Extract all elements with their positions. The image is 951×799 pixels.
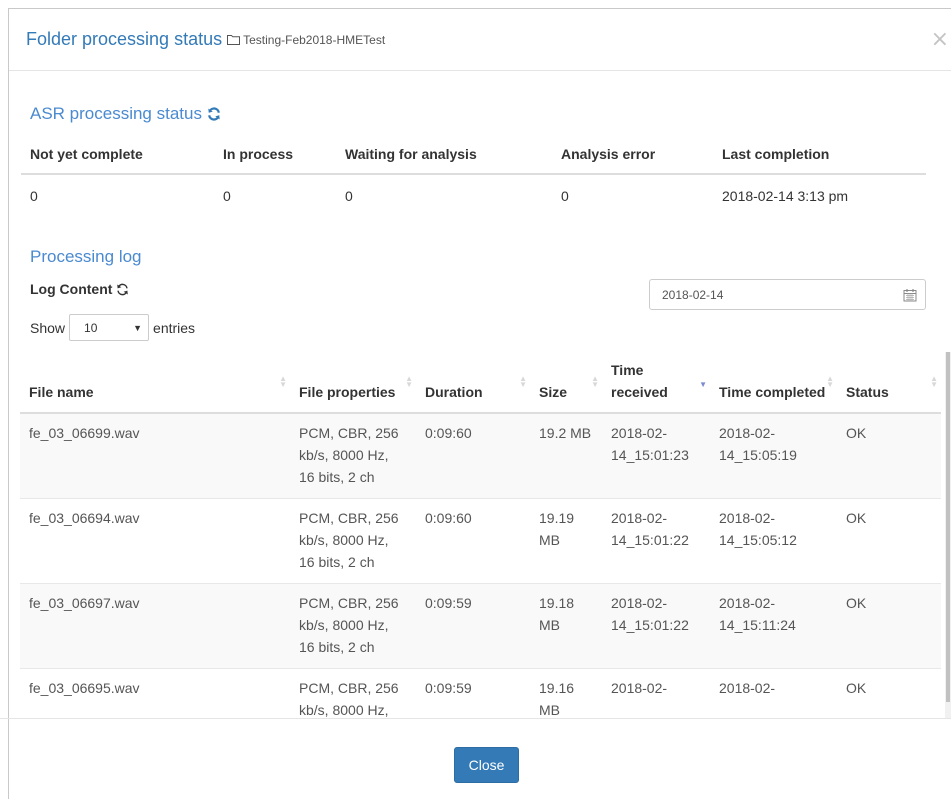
- cell-size: 19.16 MB: [530, 668, 602, 718]
- cell-file-name: fe_03_06697.wav: [20, 583, 290, 669]
- cell-time-received: 2018-02-: [602, 668, 710, 718]
- value-last-completion: 2018-02-14 3:13 pm: [722, 187, 849, 204]
- close-icon[interactable]: ×: [931, 29, 949, 51]
- asr-header-row: Not yet complete In process Waiting for …: [21, 134, 926, 175]
- modal-header: Folder processing status Testing-Feb2018…: [9, 9, 951, 71]
- asr-section-title: ASR processing status: [30, 104, 221, 124]
- cell-duration: 0:09:59: [416, 668, 530, 718]
- value-waiting-for-analysis: 0: [345, 187, 353, 204]
- col-analysis-error: Analysis error: [552, 134, 713, 175]
- folder-icon: [227, 35, 241, 45]
- col-in-process: In process: [214, 134, 336, 175]
- asr-title-text: ASR processing status: [30, 104, 202, 123]
- value-analysis-error: 0: [561, 187, 569, 204]
- col-duration-label: Duration: [425, 384, 483, 400]
- log-scrollbar[interactable]: [945, 352, 951, 718]
- value-not-yet-complete: 0: [30, 187, 38, 204]
- processing-log-title: Processing log: [30, 247, 142, 267]
- folder-name: Testing-Feb2018-HMETest: [243, 32, 386, 47]
- page-length-select[interactable]: 10 ▼: [69, 314, 150, 341]
- cell-file-properties: PCM, CBR, 256 kb/s, 8000 Hz, 16 bits, 2 …: [290, 583, 416, 669]
- col-time-received[interactable]: Time received ▲▼: [602, 352, 710, 414]
- col-file-name[interactable]: File name ▲ ▼: [20, 352, 290, 414]
- chevron-down-icon: ▼: [133, 322, 143, 333]
- cell-size: 19.2 MB: [530, 412, 602, 499]
- col-size[interactable]: Size ▲ ▼: [530, 352, 602, 414]
- log-header-row: File name ▲ ▼ File properties ▲ ▼ Duration ▲ ▼…: [20, 352, 941, 414]
- processing-log-table: File name ▲ ▼ File properties ▲ ▼ Duration ▲ ▼…: [20, 352, 941, 718]
- cell-status: OK: [837, 668, 941, 718]
- log-content-text: Log Content: [30, 281, 113, 297]
- cell-size: 19.18 MB: [530, 583, 602, 669]
- calendar-icon[interactable]: [903, 288, 917, 302]
- entries-label: entries: [153, 319, 196, 336]
- date-value: 2018-02-14: [662, 287, 724, 302]
- cell-file-name: fe_03_06699.wav: [20, 412, 290, 499]
- cell-time-received: 2018-02-14_15:01:22: [602, 583, 710, 669]
- cell-time-completed: 2018-02-: [710, 668, 837, 718]
- page-length-control: Show 10 ▼ entries: [30, 314, 195, 341]
- sort-icon: ▲ ▼: [930, 374, 938, 389]
- table-row: fe_03_06699.wav PCM, CBR, 256 kb/s, 8000…: [20, 412, 941, 499]
- cell-status: OK: [837, 498, 941, 584]
- col-file-properties[interactable]: File properties ▲ ▼: [290, 352, 416, 414]
- cell-time-received: 2018-02-14_15:01:22: [602, 498, 710, 584]
- col-status[interactable]: Status ▲ ▼: [837, 352, 941, 414]
- cell-file-properties: PCM, CBR, 256 kb/s, 8000 Hz, 16 bits, 2 …: [290, 498, 416, 584]
- asr-value-row: 0 0 0 0 2018-02-14 3:13 pm: [21, 174, 926, 216]
- scrollbar-thumb[interactable]: [946, 352, 950, 702]
- sort-desc-icon: ▲▼: [699, 380, 707, 389]
- processing-log-title-text: Processing log: [30, 247, 142, 266]
- date-picker-input[interactable]: 2018-02-14: [649, 279, 926, 310]
- cell-duration: 0:09:59: [416, 583, 530, 669]
- col-time-completed[interactable]: Time completed ▲ ▼: [710, 352, 837, 414]
- sort-icon: ▲ ▼: [279, 374, 287, 389]
- log-content-label: Log Content: [30, 281, 129, 297]
- show-label: Show: [30, 319, 66, 336]
- cell-duration: 0:09:60: [416, 412, 530, 499]
- cell-time-completed: 2018-02-14_15:05:19: [710, 412, 837, 499]
- cell-duration: 0:09:60: [416, 498, 530, 584]
- col-status-label: Status: [846, 384, 889, 400]
- cell-time-completed: 2018-02-14_15:05:12: [710, 498, 837, 584]
- sort-icon: ▲ ▼: [405, 374, 413, 389]
- refresh-icon[interactable]: [207, 107, 221, 121]
- cell-time-completed: 2018-02-14_15:11:24: [710, 583, 837, 669]
- table-row: fe_03_06695.wav PCM, CBR, 256 kb/s, 8000…: [20, 668, 941, 718]
- cell-status: OK: [837, 583, 941, 669]
- cell-size: 19.19 MB: [530, 498, 602, 584]
- col-not-yet-complete: Not yet complete: [21, 134, 214, 175]
- sort-icon: ▲ ▼: [519, 374, 527, 389]
- cell-file-name: fe_03_06695.wav: [20, 668, 290, 718]
- asr-status-table: Not yet complete In process Waiting for …: [21, 134, 926, 216]
- cell-status: OK: [837, 412, 941, 499]
- table-row: fe_03_06694.wav PCM, CBR, 256 kb/s, 8000…: [20, 498, 941, 584]
- col-waiting-for-analysis: Waiting for analysis: [336, 134, 552, 175]
- modal-title: Folder processing status: [26, 29, 223, 49]
- folder-label: Testing-Feb2018-HMETest: [227, 33, 385, 47]
- col-time-received-label: Time received: [611, 362, 668, 400]
- table-row: fe_03_06697.wav PCM, CBR, 256 kb/s, 8000…: [20, 583, 941, 669]
- col-duration[interactable]: Duration ▲ ▼: [416, 352, 530, 414]
- close-button[interactable]: Close: [454, 747, 519, 783]
- refresh-icon[interactable]: [116, 283, 129, 296]
- col-file-name-label: File name: [29, 384, 94, 400]
- cell-file-properties: PCM, CBR, 256 kb/s, 8000 Hz, 16 bits, 2 …: [290, 668, 416, 718]
- col-time-completed-label: Time completed: [719, 384, 826, 400]
- cell-time-received: 2018-02-14_15:01:23: [602, 412, 710, 499]
- col-size-label: Size: [539, 384, 568, 400]
- cell-file-properties: PCM, CBR, 256 kb/s, 8000 Hz, 16 bits, 2 …: [290, 412, 416, 499]
- processing-log-table-wrapper: File name ▲ ▼ File properties ▲ ▼ Duration ▲ ▼…: [20, 352, 945, 718]
- col-last-completion: Last completion: [713, 134, 926, 175]
- col-file-properties-label: File properties: [299, 384, 396, 400]
- cell-file-name: fe_03_06694.wav: [20, 498, 290, 584]
- value-in-process: 0: [223, 187, 231, 204]
- sort-icon: ▲ ▼: [826, 374, 834, 389]
- sort-icon: ▲ ▼: [591, 374, 599, 389]
- page-length-value: 10: [84, 320, 98, 335]
